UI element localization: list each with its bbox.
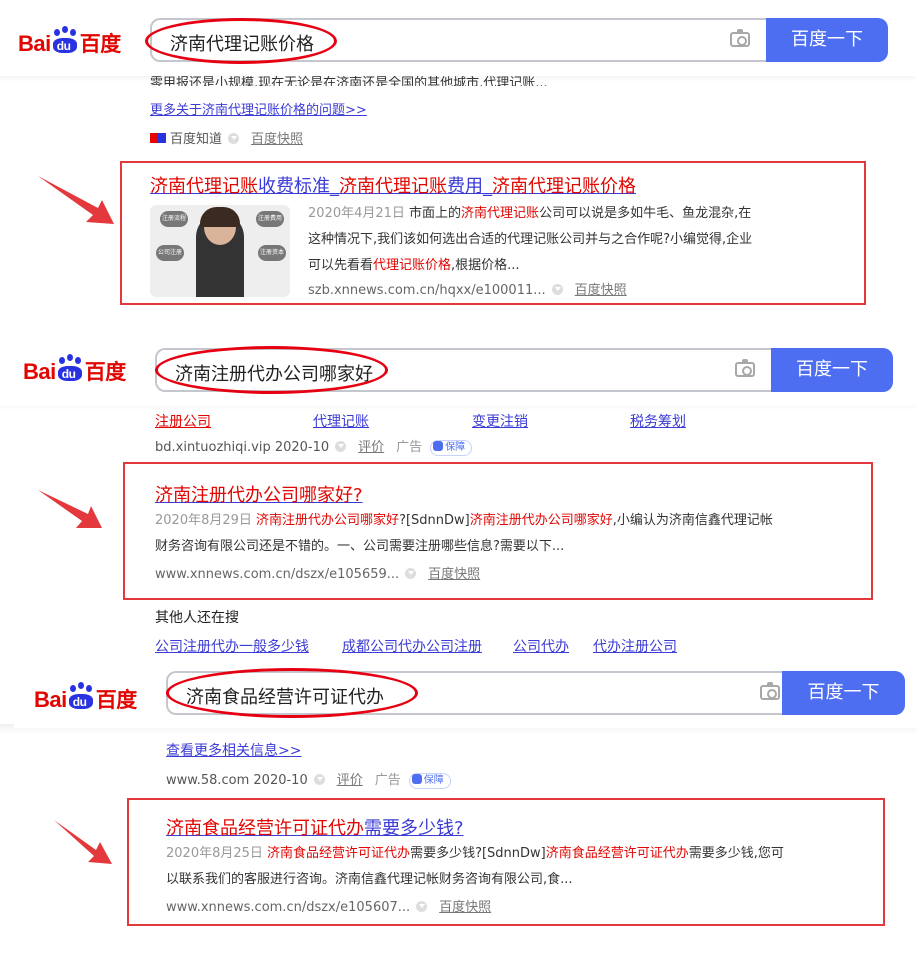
annotation-oval (155, 346, 388, 394)
camera-icon[interactable] (730, 29, 750, 47)
chevron-down-icon[interactable] (313, 774, 325, 785)
result-url-3: www.xnnews.com.cn/dszx/e105607... 百度快照 (166, 900, 492, 915)
result-title-1[interactable]: 济南代理记账收费标准_济南代理记账费用_济南代理记账价格 (150, 172, 636, 198)
ad-source: www.58.com 2020-10 评价 广告 保障 (166, 769, 451, 789)
guarantee-badge[interactable]: 保障 (408, 773, 451, 789)
snapshot-link[interactable]: 百度快照 (428, 567, 480, 582)
chevron-down-icon[interactable] (335, 441, 347, 452)
annotation-oval (166, 668, 418, 718)
related-search-link[interactable]: 公司代办 (513, 636, 569, 656)
sitelink[interactable]: 注册公司 (155, 411, 211, 431)
review-link[interactable]: 评价 (337, 773, 363, 788)
chevron-down-icon[interactable] (551, 284, 563, 295)
related-search-link[interactable]: 代办注册公司 (593, 636, 677, 656)
baidu-logo[interactable]: Bai du 百度 (34, 682, 137, 714)
result-title-2[interactable]: 济南注册代办公司哪家好? (155, 481, 363, 507)
shield-icon (433, 441, 444, 451)
sitelink[interactable]: 税务筹划 (630, 411, 686, 431)
source-name: 百度知道 (170, 132, 223, 147)
paw-icon: du (67, 682, 95, 709)
ad-label: 广告 (396, 440, 423, 455)
annotation-oval (145, 18, 337, 64)
more-info-link[interactable]: 查看更多相关信息>> (166, 740, 301, 760)
related-search-link[interactable]: 成都公司代办公司注册 (342, 636, 482, 656)
camera-icon[interactable] (760, 682, 780, 700)
snapshot-link[interactable]: 百度快照 (251, 132, 303, 147)
snapshot-link[interactable]: 百度快照 (439, 900, 491, 915)
ad-label: 广告 (374, 773, 401, 788)
zhidao-icon (150, 133, 166, 143)
result-snippet-3: 2020年8月25日 济南食品经营许可证代办需要多少钱?[SdnnDw]济南食品… (166, 846, 784, 887)
search-button[interactable]: 百度一下 (771, 348, 893, 392)
paw-icon: du (51, 26, 79, 53)
search-header-1: Bai du 百度 济南代理记账价格 百度一下 (0, 0, 916, 76)
result-url-2: www.xnnews.com.cn/dszx/e105659... 百度快照 (155, 567, 481, 582)
search-button[interactable]: 百度一下 (766, 18, 888, 62)
result-title-3[interactable]: 济南食品经营许可证代办需要多少钱? (166, 814, 464, 840)
ad-source: bd.xintuozhiqi.vip 2020-10 评价 广告 保障 (155, 436, 473, 456)
guarantee-badge[interactable]: 保障 (430, 440, 473, 456)
camera-icon[interactable] (735, 359, 755, 377)
paw-icon: du (56, 354, 84, 381)
annotation-arrow-icon (38, 176, 114, 224)
annotation-arrow-icon (54, 820, 112, 864)
result-snippet-2: 2020年8月29日 济南注册代办公司哪家好?[SdnnDw]济南注册代办公司哪… (155, 513, 773, 554)
baidu-logo[interactable]: Bai du 百度 (18, 26, 121, 58)
search-button[interactable]: 百度一下 (782, 671, 905, 715)
result-snippet-1: 2020年4月21日 市面上的济南代理记账公司可以说是多如牛毛、鱼龙混杂,在这种… (308, 206, 753, 273)
annotation-arrow-icon (38, 490, 102, 528)
search-header-2: Bai du 百度 济南注册代办公司哪家好 百度一下 (0, 330, 916, 406)
baidu-logo[interactable]: Bai du 百度 (23, 354, 126, 386)
shield-icon (411, 774, 422, 784)
search-header-3: Bai du 百度 济南食品经营许可证代办 百度一下 (14, 658, 916, 728)
related-searches-heading: 其他人还在搜 (155, 610, 239, 626)
chevron-down-icon[interactable] (405, 568, 417, 579)
result-thumbnail[interactable]: 注册流程 公司注册 注册费用 注册资本 (150, 205, 290, 297)
review-link[interactable]: 评价 (358, 440, 384, 455)
source-zhidao: 百度知道 百度快照 (150, 128, 303, 147)
sitelink[interactable]: 变更注销 (472, 411, 528, 431)
sitelink[interactable]: 代理记账 (313, 411, 369, 431)
chevron-down-icon[interactable] (228, 133, 240, 144)
more-questions-link[interactable]: 更多关于济南代理记账价格的问题>> (150, 99, 367, 118)
result-url-1: szb.xnnews.com.cn/hqxx/e100011... 百度快照 (308, 283, 627, 298)
snapshot-link[interactable]: 百度快照 (575, 283, 627, 298)
chevron-down-icon[interactable] (416, 901, 428, 912)
related-search-link[interactable]: 公司注册代办一般多少钱 (155, 636, 309, 656)
